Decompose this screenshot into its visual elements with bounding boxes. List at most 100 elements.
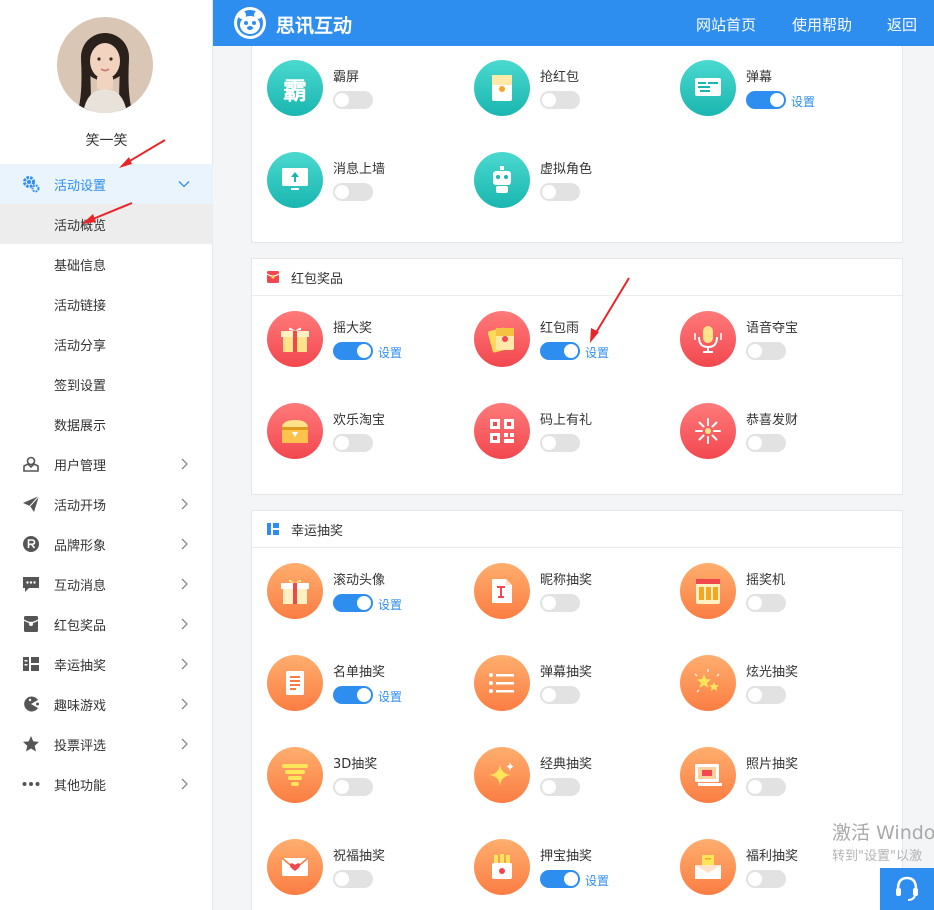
feature-name: 照片抽奖 bbox=[746, 757, 799, 772]
feature-shake-grand-prize: 摇大奖 设置 bbox=[267, 311, 467, 371]
feature-toggle[interactable] bbox=[540, 342, 580, 360]
sidebar-item-red-packet-prizes[interactable]: 红包奖品 bbox=[0, 604, 213, 644]
sparkle-icon bbox=[474, 747, 530, 803]
feature-danmaku: 弹幕 设置 bbox=[680, 60, 880, 120]
feature-toggle[interactable] bbox=[746, 778, 786, 796]
nav-home-link[interactable]: 网站首页 bbox=[696, 14, 756, 35]
user-icon bbox=[22, 455, 40, 473]
feature-blessing-draw: 祝福抽奖 bbox=[267, 839, 467, 899]
chat-bubble-icon bbox=[22, 575, 40, 593]
sidebar-item-label: 投票评选 bbox=[54, 738, 107, 754]
feature-toggle[interactable] bbox=[333, 870, 373, 888]
gear-icon bbox=[22, 175, 40, 193]
feature-toggle[interactable] bbox=[746, 342, 786, 360]
chevron-right-icon bbox=[177, 537, 191, 551]
sidebar-item-activity-settings[interactable]: 活动设置 bbox=[0, 164, 213, 204]
feature-name: 恭喜发财 bbox=[746, 413, 799, 428]
more-dots-icon bbox=[22, 775, 40, 793]
customer-support-button[interactable] bbox=[880, 868, 934, 910]
feature-slot-machine: 摇奖机 bbox=[680, 563, 880, 623]
avatar[interactable] bbox=[57, 17, 153, 113]
sidebar-item-label: 幸运抽奖 bbox=[54, 658, 107, 674]
chevron-down-icon bbox=[177, 177, 191, 191]
sidebar-subitem-checkin-settings[interactable]: 签到设置 bbox=[0, 364, 213, 404]
qr-code-icon bbox=[474, 403, 530, 459]
feature-name: 昵称抽奖 bbox=[540, 573, 593, 588]
chevron-right-icon bbox=[177, 777, 191, 791]
feature-toggle[interactable] bbox=[540, 778, 580, 796]
settings-link[interactable]: 设置 bbox=[585, 872, 609, 889]
chevron-right-icon bbox=[177, 457, 191, 471]
chevron-right-icon bbox=[177, 617, 191, 631]
feature-toggle[interactable] bbox=[746, 91, 786, 109]
feature-toggle[interactable] bbox=[540, 434, 580, 452]
settings-link[interactable]: 设置 bbox=[378, 688, 402, 705]
red-packet-icon bbox=[266, 270, 280, 284]
sidebar-item-user-management[interactable]: 用户管理 bbox=[0, 444, 213, 484]
feature-toggle[interactable] bbox=[333, 91, 373, 109]
photo-frame-icon bbox=[680, 747, 736, 803]
feature-toggle[interactable] bbox=[333, 686, 373, 704]
sidebar-subitem-activity-share[interactable]: 活动分享 bbox=[0, 324, 213, 364]
feature-toggle[interactable] bbox=[540, 183, 580, 201]
feature-name: 虚拟角色 bbox=[540, 162, 593, 177]
feature-voice-treasure: 语音夺宝 bbox=[680, 311, 880, 371]
feature-toggle[interactable] bbox=[333, 342, 373, 360]
feature-toggle[interactable] bbox=[333, 594, 373, 612]
sidebar-item-other-functions[interactable]: 其他功能 bbox=[0, 764, 213, 804]
settings-link[interactable]: 设置 bbox=[378, 344, 402, 361]
feature-toggle[interactable] bbox=[333, 778, 373, 796]
sidebar-item-label: 用户管理 bbox=[54, 458, 107, 474]
nav-back-link[interactable]: 返回 bbox=[887, 14, 917, 35]
sidebar-item-lucky-draw[interactable]: 幸运抽奖 bbox=[0, 644, 213, 684]
feature-nickname-draw: 昵称抽奖 bbox=[474, 563, 674, 623]
name-card-icon bbox=[474, 563, 530, 619]
feature-toggle[interactable] bbox=[333, 434, 373, 452]
panel-title: 红包奖品 bbox=[291, 271, 344, 287]
gift-box-icon bbox=[267, 563, 323, 619]
stars-burst-icon bbox=[680, 655, 736, 711]
panel-lucky-draw: 幸运抽奖 滚动头像 设置 昵称抽奖 摇奖机 名单抽奖 设置 弹幕抽奖 炫光抽奖 … bbox=[251, 510, 903, 910]
settings-link[interactable]: 设置 bbox=[585, 344, 609, 361]
feature-danmaku-draw: 弹幕抽奖 bbox=[474, 655, 674, 715]
panel-header: 红包奖品 bbox=[252, 259, 902, 296]
sidebar-item-activity-opening[interactable]: 活动开场 bbox=[0, 484, 213, 524]
sidebar-subitem-activity-link[interactable]: 活动链接 bbox=[0, 284, 213, 324]
feature-toggle[interactable] bbox=[333, 183, 373, 201]
sidebar-subitem-overview[interactable]: 活动概览 bbox=[0, 204, 213, 244]
settings-link[interactable]: 设置 bbox=[378, 596, 402, 613]
red-packet-icon bbox=[22, 615, 40, 633]
sidebar-item-label: 品牌形象 bbox=[54, 538, 107, 554]
sidebar-item-label: 其他功能 bbox=[54, 778, 107, 794]
paper-plane-icon bbox=[22, 495, 40, 513]
feature-toggle[interactable] bbox=[540, 686, 580, 704]
panel-interaction: 霸 霸屏 抢红包 弹幕 设置 消息上墙 虚拟角色 bbox=[251, 46, 903, 243]
settings-link[interactable]: 设置 bbox=[791, 93, 815, 110]
red-packet-cards-icon bbox=[474, 839, 530, 895]
funnel-stack-icon bbox=[267, 747, 323, 803]
sidebar-item-label: 互动消息 bbox=[54, 578, 107, 594]
red-envelope-icon bbox=[474, 60, 530, 116]
gift-box-icon bbox=[267, 311, 323, 367]
feature-toggle[interactable] bbox=[540, 594, 580, 612]
feature-toggle[interactable] bbox=[540, 870, 580, 888]
envelope-heart-icon bbox=[267, 839, 323, 895]
sidebar-item-interactive-messages[interactable]: 互动消息 bbox=[0, 564, 213, 604]
nav-help-link[interactable]: 使用帮助 bbox=[792, 14, 852, 35]
feature-toggle[interactable] bbox=[746, 434, 786, 452]
registered-icon bbox=[22, 535, 40, 553]
sidebar-item-fun-games[interactable]: 趣味游戏 bbox=[0, 684, 213, 724]
feature-name: 语音夺宝 bbox=[746, 321, 799, 336]
feature-name: 名单抽奖 bbox=[333, 665, 386, 680]
logo-icon[interactable] bbox=[233, 6, 267, 40]
feature-3d-draw: 3D抽奖 bbox=[267, 747, 467, 807]
sidebar-subitem-data-display[interactable]: 数据展示 bbox=[0, 404, 213, 444]
feature-toggle[interactable] bbox=[746, 870, 786, 888]
feature-toggle[interactable] bbox=[746, 594, 786, 612]
feature-toggle[interactable] bbox=[746, 686, 786, 704]
chevron-right-icon bbox=[177, 497, 191, 511]
sidebar-item-brand-image[interactable]: 品牌形象 bbox=[0, 524, 213, 564]
sidebar-subitem-basic-info[interactable]: 基础信息 bbox=[0, 244, 213, 284]
feature-toggle[interactable] bbox=[540, 91, 580, 109]
sidebar-item-voting[interactable]: 投票评选 bbox=[0, 724, 213, 764]
